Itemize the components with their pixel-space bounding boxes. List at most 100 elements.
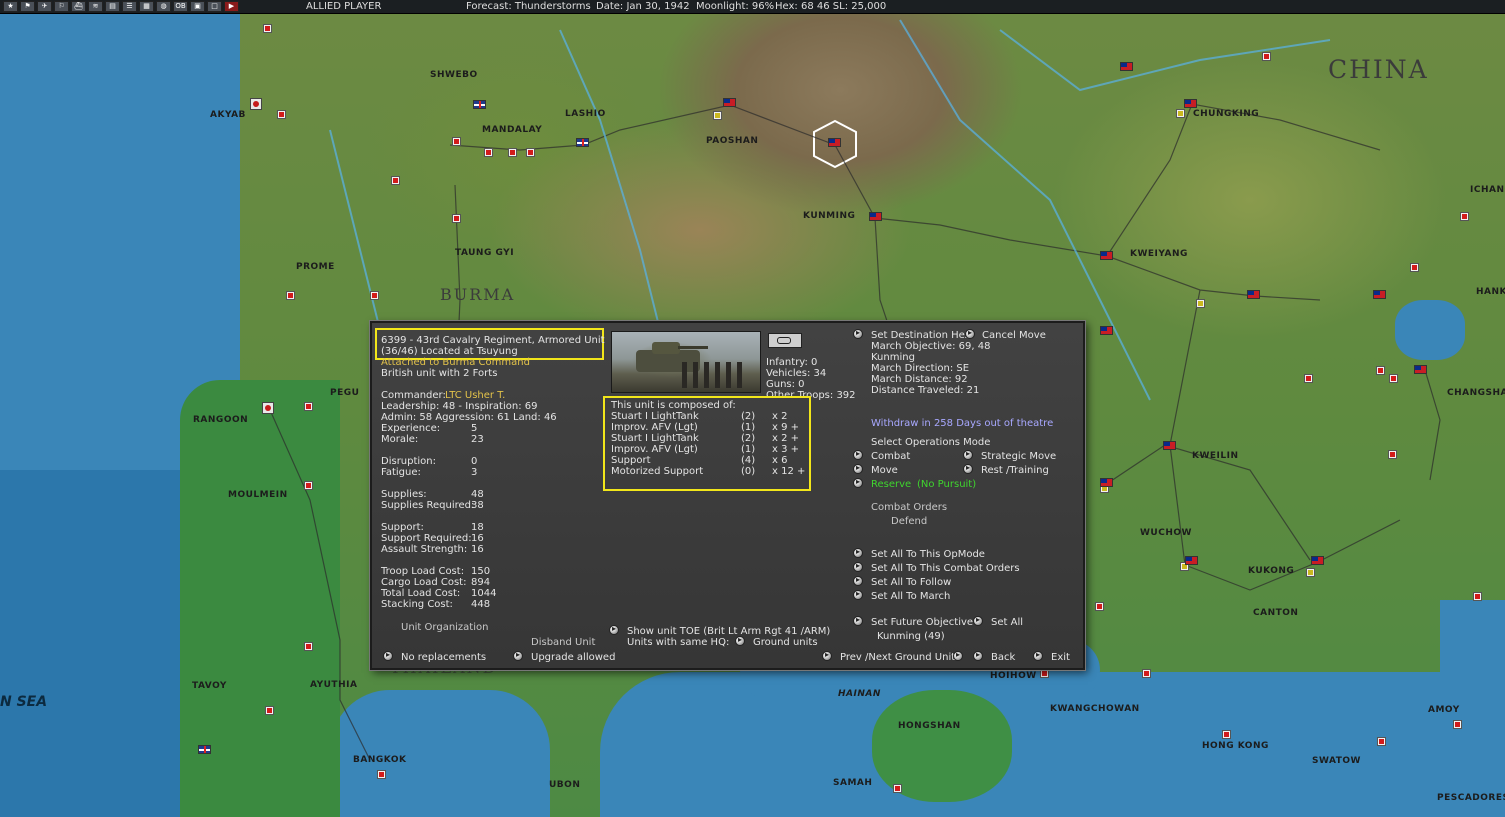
set-all-button[interactable]: Set All bbox=[991, 617, 1023, 628]
upgrade-toggle-icon[interactable] bbox=[513, 650, 523, 661]
set-all-march-button[interactable]: Set All To March bbox=[871, 591, 950, 602]
disband-unit-button[interactable]: Disband Unit bbox=[531, 637, 595, 648]
set-destination-button[interactable]: Set Destination Hex bbox=[871, 330, 971, 341]
set-all-combat-icon[interactable] bbox=[853, 561, 863, 572]
base-marker[interactable] bbox=[304, 402, 313, 411]
base-marker[interactable] bbox=[1376, 366, 1385, 375]
base-marker[interactable] bbox=[1388, 450, 1397, 459]
base-marker[interactable] bbox=[1410, 263, 1419, 272]
unit-flag-china[interactable] bbox=[1100, 251, 1113, 260]
replacements-label[interactable]: No replacements bbox=[401, 652, 486, 663]
plane-icon[interactable]: ✈ bbox=[37, 1, 52, 12]
set-all-opmode-icon[interactable] bbox=[853, 547, 863, 558]
unit-flag-china[interactable] bbox=[1185, 556, 1198, 565]
unit-flag-china[interactable] bbox=[828, 138, 841, 147]
ground-unit-counter[interactable] bbox=[262, 402, 274, 414]
base-marker[interactable] bbox=[1196, 299, 1205, 308]
base-marker[interactable] bbox=[452, 214, 461, 223]
base-marker[interactable] bbox=[1473, 592, 1482, 601]
unit-flag-china[interactable] bbox=[1247, 290, 1260, 299]
set-all-march-icon[interactable] bbox=[853, 589, 863, 600]
unit-flag-china[interactable] bbox=[1163, 441, 1176, 450]
base-marker[interactable] bbox=[265, 706, 274, 715]
base-marker[interactable] bbox=[304, 481, 313, 490]
base-marker[interactable] bbox=[1176, 109, 1185, 118]
book-icon[interactable]: ▤ bbox=[105, 1, 120, 12]
unit-flag-china[interactable] bbox=[1120, 62, 1133, 71]
base-marker[interactable] bbox=[484, 148, 493, 157]
base-marker[interactable] bbox=[1142, 669, 1151, 678]
set-all-opmode-button[interactable]: Set All To This OpMode bbox=[871, 549, 985, 560]
calendar-icon[interactable]: ▦ bbox=[139, 1, 154, 12]
ground-unit-counter[interactable] bbox=[250, 98, 262, 110]
rest-training-icon[interactable] bbox=[963, 463, 973, 474]
base-marker[interactable] bbox=[1040, 669, 1049, 678]
flag-icon[interactable]: ⚑ bbox=[20, 1, 35, 12]
base-marker[interactable] bbox=[1262, 52, 1271, 61]
unit-flag-china[interactable] bbox=[1414, 365, 1427, 374]
set-future-objective-button[interactable]: Set Future Objective bbox=[871, 617, 973, 628]
ob-icon[interactable]: OB bbox=[173, 1, 188, 12]
base-marker[interactable] bbox=[263, 24, 272, 33]
base-marker[interactable] bbox=[508, 148, 517, 157]
next-unit-icon[interactable] bbox=[953, 650, 963, 661]
base-marker[interactable] bbox=[1389, 374, 1398, 383]
ship-icon[interactable]: ⛴ bbox=[71, 1, 86, 12]
prev-next-unit-button[interactable]: Prev /Next Ground Unit bbox=[840, 652, 955, 663]
unit-flag-uk[interactable] bbox=[198, 745, 211, 754]
list-icon[interactable]: ☰ bbox=[122, 1, 137, 12]
set-all-follow-icon[interactable] bbox=[853, 575, 863, 586]
base-marker[interactable] bbox=[452, 137, 461, 146]
unit-organization-button[interactable]: Unit Organization bbox=[401, 622, 488, 633]
set-destination-icon[interactable] bbox=[853, 328, 863, 339]
commander-name-link[interactable]: LTC Usher T. bbox=[445, 390, 505, 401]
exit-icon[interactable] bbox=[1033, 650, 1043, 661]
base-marker[interactable] bbox=[370, 291, 379, 300]
show-toe-button[interactable]: Show unit TOE (Brit Lt Arm Rgt 41 /ARM) bbox=[627, 626, 830, 637]
star-icon[interactable]: ★ bbox=[3, 1, 18, 12]
unit-flag-uk[interactable] bbox=[576, 138, 589, 147]
unit-flag-china[interactable] bbox=[1373, 290, 1386, 299]
set-all-combat-button[interactable]: Set All To This Combat Orders bbox=[871, 563, 1020, 574]
play-icon[interactable]: ▶ bbox=[224, 1, 239, 12]
ship-icon[interactable]: ≋ bbox=[88, 1, 103, 12]
base-marker[interactable] bbox=[893, 784, 902, 793]
base-marker[interactable] bbox=[1306, 568, 1315, 577]
base-marker[interactable] bbox=[277, 110, 286, 119]
base-marker[interactable] bbox=[1460, 212, 1469, 221]
ground-units-button[interactable]: Ground units bbox=[753, 637, 818, 648]
move-mode-icon[interactable] bbox=[853, 463, 863, 474]
prev-unit-icon[interactable] bbox=[822, 650, 832, 661]
unit-flag-china[interactable] bbox=[1184, 99, 1197, 108]
flag-icon[interactable]: ⚐ bbox=[54, 1, 69, 12]
attached-hq-link[interactable]: Attached to Burma Command bbox=[381, 357, 530, 368]
back-button[interactable]: Back bbox=[991, 652, 1015, 663]
base-marker[interactable] bbox=[1453, 720, 1462, 729]
combat-mode-button[interactable]: Combat bbox=[871, 451, 910, 462]
reserve-mode-button[interactable]: Reserve bbox=[871, 479, 911, 490]
rest-training-button[interactable]: Rest /Training bbox=[981, 465, 1049, 476]
base-marker[interactable] bbox=[391, 176, 400, 185]
box-icon[interactable]: ▣ bbox=[190, 1, 205, 12]
base-marker[interactable] bbox=[1304, 374, 1313, 383]
set-future-objective-icon[interactable] bbox=[853, 615, 863, 626]
unit-flag-china[interactable] bbox=[723, 98, 736, 107]
unit-flag-china[interactable] bbox=[869, 212, 882, 221]
cancel-move-button[interactable]: Cancel Move bbox=[982, 330, 1046, 341]
globe-icon[interactable]: ◍ bbox=[156, 1, 171, 12]
base-marker[interactable] bbox=[377, 770, 386, 779]
base-marker[interactable] bbox=[304, 642, 313, 651]
replacements-toggle-icon[interactable] bbox=[383, 650, 393, 661]
back-icon[interactable] bbox=[973, 650, 983, 661]
move-mode-button[interactable]: Move bbox=[871, 465, 898, 476]
base-marker[interactable] bbox=[1222, 730, 1231, 739]
base-marker[interactable] bbox=[1377, 737, 1386, 746]
strategic-move-button[interactable]: Strategic Move bbox=[981, 451, 1056, 462]
set-all-icon[interactable] bbox=[973, 615, 983, 626]
base-marker[interactable] bbox=[713, 111, 722, 120]
unit-flag-uk[interactable] bbox=[473, 100, 486, 109]
combat-mode-icon[interactable] bbox=[853, 449, 863, 460]
unit-flag-china[interactable] bbox=[1100, 326, 1113, 335]
unit-flag-china[interactable] bbox=[1311, 556, 1324, 565]
reserve-mode-icon[interactable] bbox=[853, 477, 863, 488]
